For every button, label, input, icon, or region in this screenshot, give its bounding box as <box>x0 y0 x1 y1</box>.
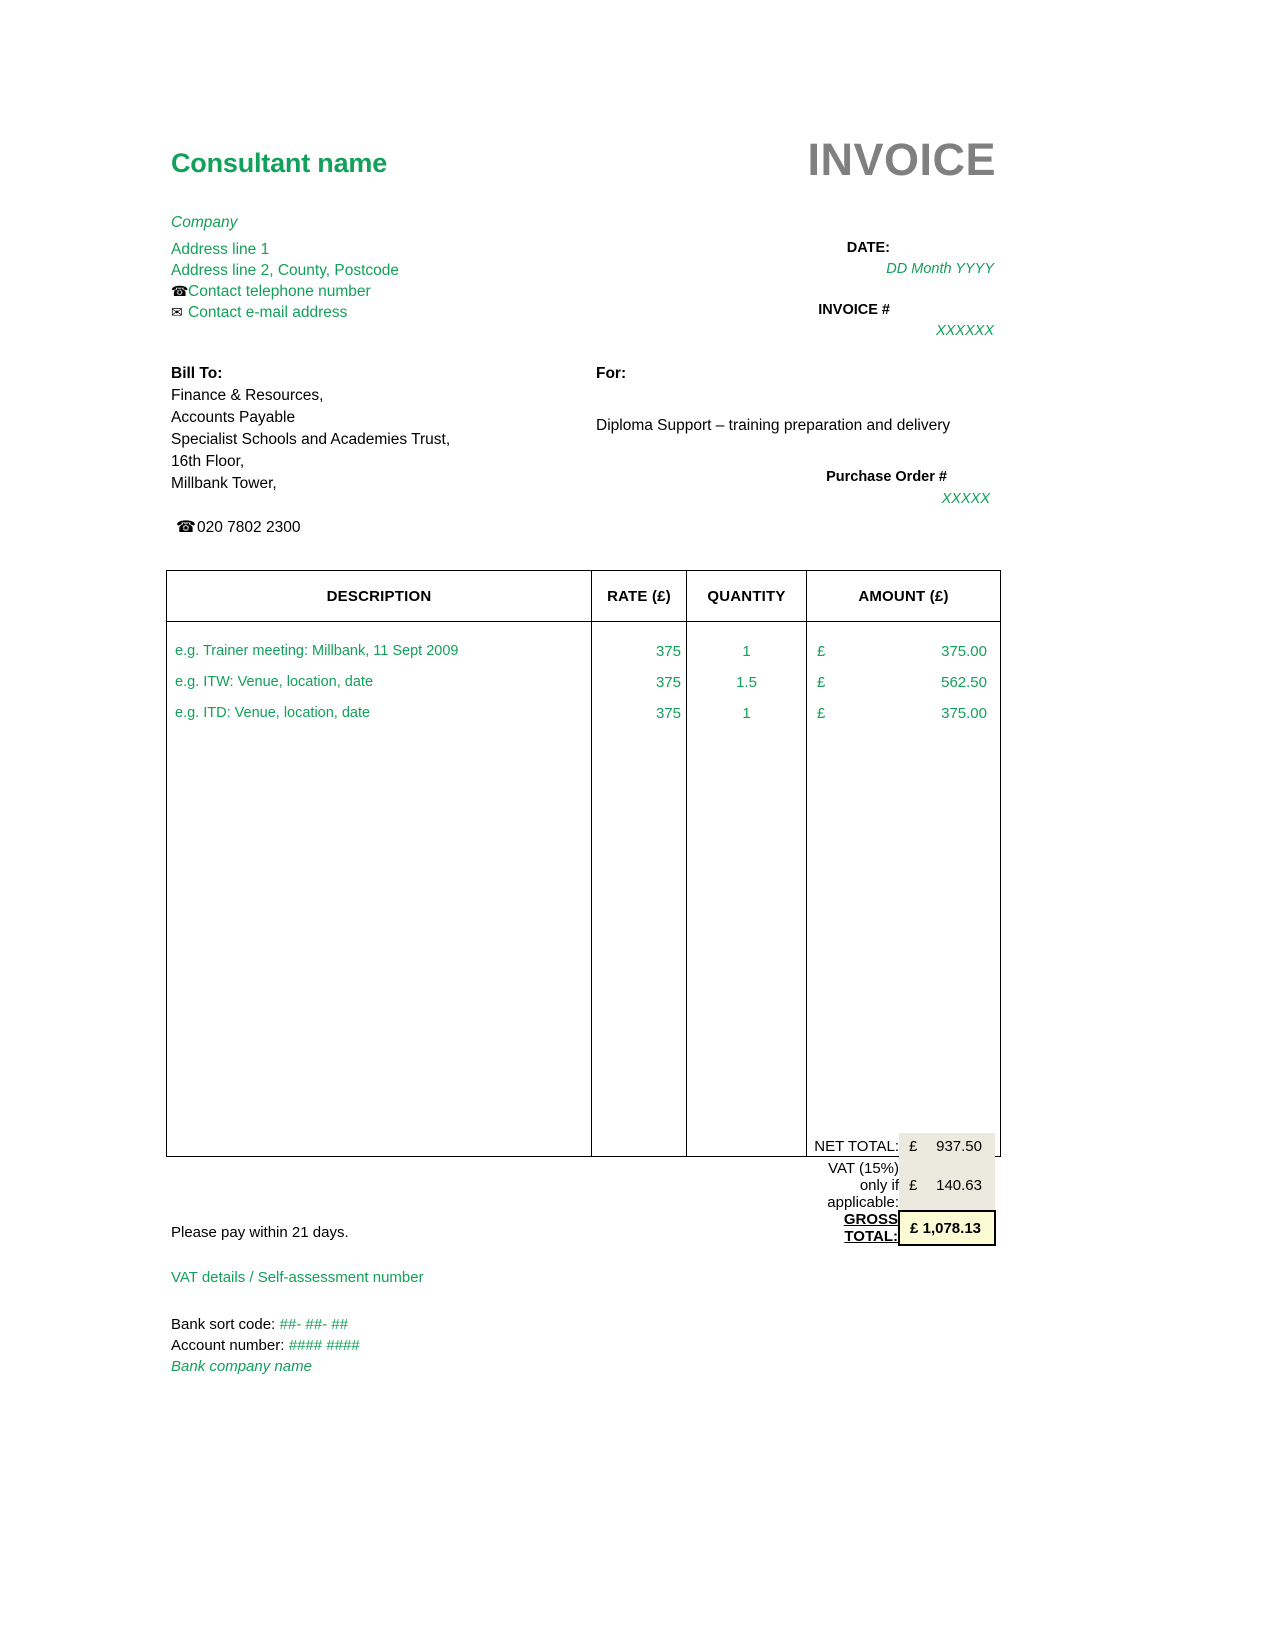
invoice-header: Consultant name INVOICE <box>171 137 996 195</box>
bill-to-phone-row: ☎020 7802 2300 <box>171 517 571 539</box>
bill-to-line: 16th Floor, <box>171 453 245 470</box>
item-rate: 375 <box>655 643 681 660</box>
bank-sort-code-value: ##- ##- ## <box>279 1316 348 1333</box>
bill-to-title: Bill To: <box>171 365 223 382</box>
purchase-order-label: Purchase Order # <box>826 469 947 485</box>
column-header-rate: RATE (£) <box>591 570 687 622</box>
bill-to-phone: 020 7802 2300 <box>197 519 301 536</box>
invoice-meta-block: DATE: DD Month YYYY INVOICE # XXXXXX <box>700 238 996 342</box>
for-block: For: Diploma Support – training preparat… <box>596 363 996 510</box>
payment-terms: Please pay within 21 days. <box>171 1224 349 1241</box>
bank-account-value: #### #### <box>288 1337 360 1354</box>
vat-label: VAT (15%) only if applicable: <box>827 1160 899 1211</box>
vat-cell: £ 140.63 <box>899 1160 995 1211</box>
item-description: e.g. Trainer meeting: Millbank, 11 Sept … <box>175 643 459 659</box>
net-total-value: 937.50 <box>936 1138 982 1155</box>
gross-total-value: 1,078.13 <box>922 1219 981 1237</box>
invoice-title: INVOICE <box>807 134 996 185</box>
bill-to-line: Millbank Tower, <box>171 475 277 492</box>
item-amount-row: £ 375.00 <box>807 636 1000 667</box>
currency-symbol: £ <box>817 643 826 660</box>
bill-to-line: Accounts Payable <box>171 409 296 426</box>
item-amount-row: £ 375.00 <box>807 698 1000 729</box>
currency-symbol: £ <box>817 705 826 722</box>
currency-symbol: £ <box>817 674 826 691</box>
currency-symbol: £ <box>909 1138 918 1155</box>
item-amount: 375.00 <box>941 705 987 722</box>
sender-email: Contact e-mail address <box>188 304 348 321</box>
date-label: DATE: <box>846 240 890 256</box>
descriptions-cell[interactable]: e.g. Trainer meeting: Millbank, 11 Sept … <box>166 621 592 1157</box>
column-header-description: DESCRIPTION <box>166 570 592 622</box>
vat-value: 140.63 <box>936 1176 982 1194</box>
amounts-cell[interactable]: £ 375.00 £ 562.50 £ 375.00 <box>806 621 1001 1157</box>
item-amount: 562.50 <box>941 674 987 691</box>
purchase-order-value: XXXXX <box>941 491 990 507</box>
invoice-page: Consultant name INVOICE Company Address … <box>0 0 1275 1650</box>
net-total-label: NET TOTAL: <box>814 1138 899 1155</box>
item-amount: 375.00 <box>941 643 987 660</box>
consultant-name: Consultant name <box>171 148 388 178</box>
net-total-cell: £ 937.50 <box>899 1133 995 1160</box>
bank-sort-code-row: Bank sort code: ##- ##- ## <box>171 1314 671 1335</box>
item-rate: 375 <box>655 705 681 722</box>
item-quantity: 1.5 <box>736 674 757 691</box>
currency-symbol: £ <box>910 1219 919 1237</box>
invoice-number-label: INVOICE # <box>818 302 890 318</box>
for-description: Diploma Support – training preparation a… <box>596 417 951 434</box>
line-items-table: DESCRIPTION RATE (£) QUANTITY AMOUNT (£)… <box>166 570 1001 1157</box>
table-header-row: DESCRIPTION RATE (£) QUANTITY AMOUNT (£) <box>166 570 1001 622</box>
sender-address-line-2: Address line 2, County, Postcode <box>171 262 400 279</box>
item-amount-row: £ 562.50 <box>807 667 1000 698</box>
telephone-icon: ☎ <box>171 283 189 299</box>
item-quantity: 1 <box>742 643 751 660</box>
invoice-number-value: XXXXXX <box>935 323 994 339</box>
currency-symbol: £ <box>909 1176 918 1194</box>
bank-account-row: Account number: #### #### <box>171 1335 671 1356</box>
item-rate: 375 <box>655 674 681 691</box>
column-header-quantity: QUANTITY <box>686 570 807 622</box>
bill-to-line: Specialist Schools and Academies Trust, <box>171 431 451 448</box>
sender-address-line-1: Address line 1 <box>171 241 270 258</box>
sender-address-block: Company Address line 1 Address line 2, C… <box>171 212 591 323</box>
net-total-row: NET TOTAL: £ 937.50 <box>166 1133 995 1160</box>
bank-company-name: Bank company name <box>171 1358 312 1375</box>
date-value: DD Month YYYY <box>886 261 994 277</box>
gross-total-cell: £ 1,078.13 <box>898 1210 996 1246</box>
bill-to-line: Finance & Resources, <box>171 387 324 404</box>
bank-account-label: Account number: <box>171 1337 289 1354</box>
bill-to-block: Bill To: Finance & Resources, Accounts P… <box>171 363 571 539</box>
sender-company: Company <box>171 214 238 231</box>
item-description: e.g. ITD: Venue, location, date <box>175 705 371 721</box>
vat-details: VAT details / Self-assessment number <box>171 1269 424 1286</box>
gross-total-label: GROSS TOTAL: <box>843 1211 898 1245</box>
telephone-icon: ☎ <box>176 519 196 536</box>
table-body-row: e.g. Trainer meeting: Millbank, 11 Sept … <box>166 621 1001 1157</box>
for-title: For: <box>596 365 627 382</box>
quantities-cell[interactable]: 1 1.5 1 <box>686 621 807 1157</box>
vat-row: VAT (15%) only if applicable: £ 140.63 <box>166 1160 995 1211</box>
bank-sort-code-label: Bank sort code: <box>171 1316 280 1333</box>
item-description: e.g. ITW: Venue, location, date <box>175 674 374 690</box>
rates-cell[interactable]: 375 375 375 <box>591 621 687 1157</box>
envelope-icon: ✉ <box>171 304 183 320</box>
item-quantity: 1 <box>742 705 751 722</box>
column-header-amount: AMOUNT (£) <box>806 570 1001 622</box>
sender-email-row: ✉ Contact e-mail address <box>171 302 591 323</box>
invoice-footer: Please pay within 21 days. VAT details /… <box>171 1222 671 1377</box>
sender-phone: Contact telephone number <box>188 283 371 300</box>
sender-phone-row: ☎Contact telephone number <box>171 281 591 302</box>
